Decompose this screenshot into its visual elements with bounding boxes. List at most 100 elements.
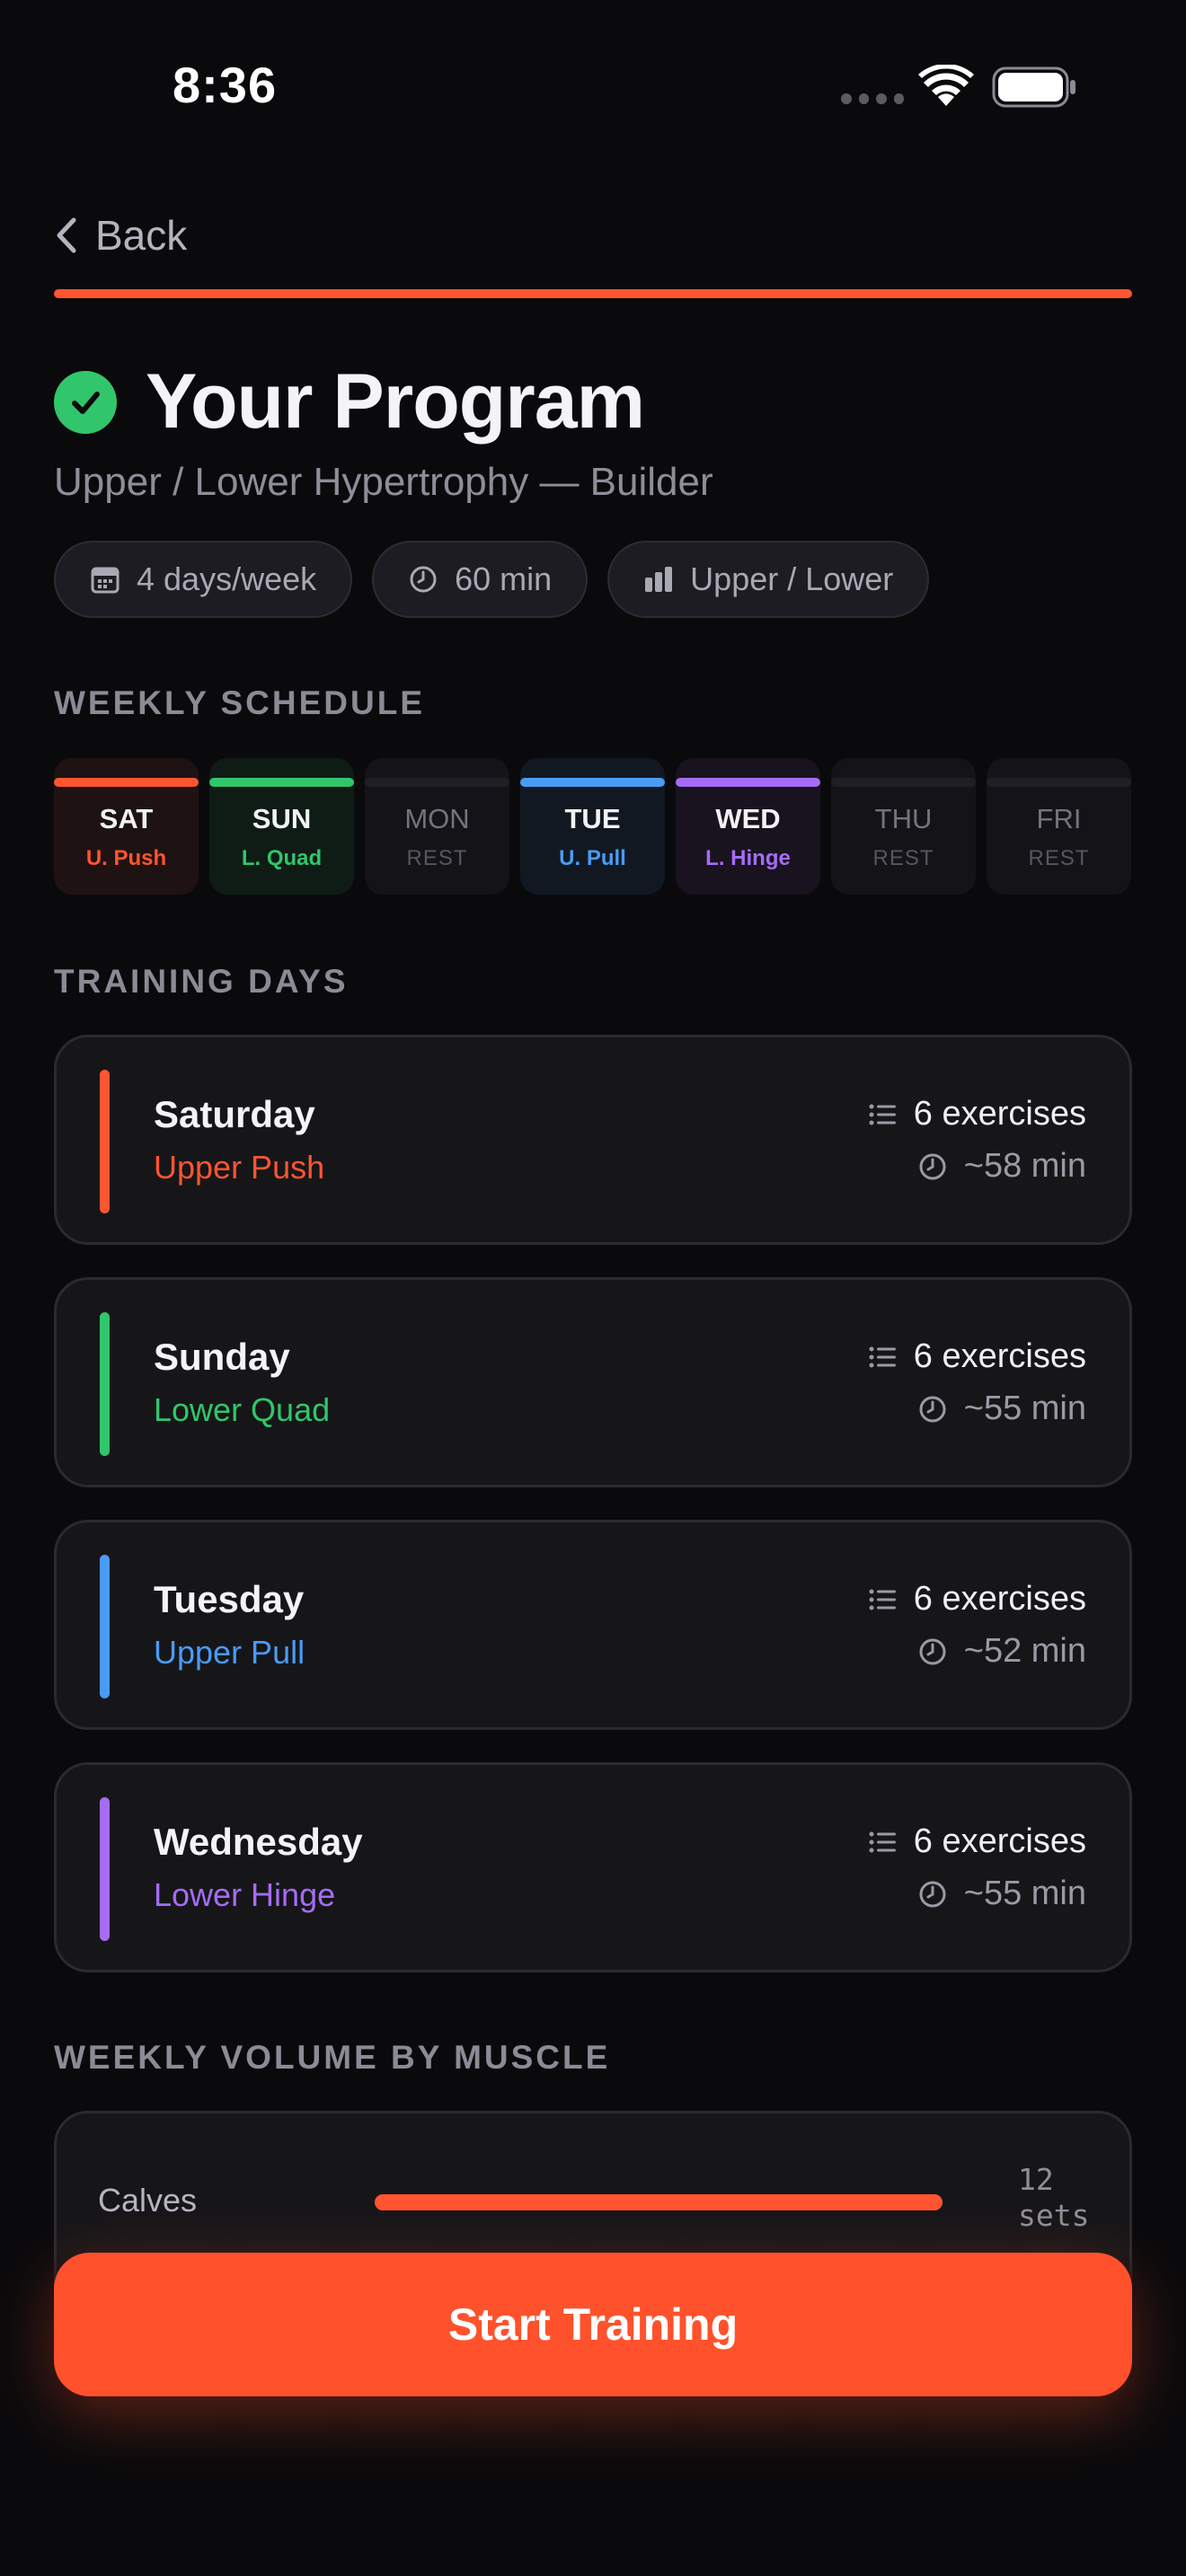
session-duration: ~58 min xyxy=(917,1147,1086,1186)
day-name: SUN xyxy=(252,803,312,834)
session-duration: ~55 min xyxy=(917,1389,1086,1428)
volume-value-unit: sets xyxy=(1018,2198,1090,2233)
list-icon xyxy=(869,1104,896,1125)
program-subtitle: Upper / Lower Hypertrophy — Builder xyxy=(54,460,713,504)
chip-label: 60 min xyxy=(455,560,553,597)
status-bar: 8:36 xyxy=(0,0,1186,180)
schedule-day-thu[interactable]: THU REST xyxy=(831,758,976,895)
exercise-count-label: 6 exercises xyxy=(913,1337,1086,1375)
day-color-bar xyxy=(54,778,199,787)
training-day-focus: Lower Quad xyxy=(154,1391,331,1428)
day-color-stripe xyxy=(100,1312,110,1456)
back-button[interactable]: Back xyxy=(54,208,187,262)
session-duration-label: ~55 min xyxy=(963,1389,1086,1427)
training-day-card[interactable]: Saturday Upper Push 6 exercises ~58 min xyxy=(54,1035,1132,1245)
day-color-bar xyxy=(520,778,665,787)
weekly-schedule-heading: WEEKLY SCHEDULE xyxy=(54,684,426,721)
schedule-day-tue[interactable]: TUE U. Pull xyxy=(520,758,665,895)
exercise-count-label: 6 exercises xyxy=(913,1822,1086,1860)
training-day-card[interactable]: Tuesday Upper Pull 6 exercises ~52 min xyxy=(54,1520,1132,1730)
day-name: FRI xyxy=(1036,803,1082,834)
day-color-stripe xyxy=(100,1797,110,1941)
day-name: MON xyxy=(404,803,470,834)
day-name: THU xyxy=(874,803,933,834)
day-workout-tag: REST xyxy=(406,846,468,870)
training-day-card[interactable]: Wednesday Lower Hinge 6 exercises ~55 mi… xyxy=(54,1762,1132,1972)
day-color-bar xyxy=(831,778,976,787)
bar-chart-icon xyxy=(645,567,673,592)
start-training-button[interactable]: Start Training xyxy=(54,2253,1132,2396)
battery-icon xyxy=(992,66,1075,108)
training-day-card[interactable]: Sunday Lower Quad 6 exercises ~55 min xyxy=(54,1277,1132,1487)
session-duration-label: ~55 min xyxy=(963,1875,1086,1912)
calendar-icon xyxy=(91,567,119,594)
accent-divider xyxy=(54,289,1132,298)
volume-row: Calves 12 sets xyxy=(57,2162,1129,2243)
back-label: Back xyxy=(95,212,188,259)
wifi-icon xyxy=(918,65,974,106)
chip-session-length: 60 min xyxy=(372,541,589,618)
day-workout-tag: L. Quad xyxy=(241,846,323,870)
exercise-count: 6 exercises xyxy=(867,1580,1086,1619)
chip-split: Upper / Lower xyxy=(607,541,930,618)
list-icon xyxy=(869,1831,896,1852)
day-color-bar xyxy=(676,778,820,787)
day-name: TUE xyxy=(564,803,621,834)
schedule-day-sat[interactable]: SAT U. Push xyxy=(54,758,199,895)
day-name: SAT xyxy=(99,803,154,834)
chevron-left-icon xyxy=(57,217,76,253)
day-color-bar xyxy=(209,778,354,787)
chip-label: Upper / Lower xyxy=(690,560,894,597)
volume-bar-fill xyxy=(375,2194,943,2210)
volume-value: 12 sets xyxy=(1018,2162,1108,2234)
exercise-count-label: 6 exercises xyxy=(913,1580,1086,1618)
training-day-name: Tuesday xyxy=(154,1578,305,1620)
day-workout-tag: U. Push xyxy=(85,846,167,870)
title-row: Your Program xyxy=(54,357,645,446)
exercise-count-label: 6 exercises xyxy=(913,1095,1086,1133)
day-workout-tag: U. Pull xyxy=(559,846,626,870)
clock-icon xyxy=(410,566,437,593)
schedule-day-fri[interactable]: FRI REST xyxy=(987,758,1131,895)
clock-icon xyxy=(919,1881,946,1907)
list-icon xyxy=(869,1589,896,1610)
weekly-schedule: SAT U. Push SUN L. Quad MON REST TUE U. Pull… xyxy=(54,758,1132,895)
check-circle-icon xyxy=(54,370,117,434)
cellular-signal-icon xyxy=(841,93,904,108)
list-icon xyxy=(869,1346,896,1367)
volume-value-number: 12 xyxy=(1018,2162,1054,2197)
chip-days-per-week: 4 days/week xyxy=(54,541,353,618)
volume-bar-track xyxy=(375,2194,943,2210)
schedule-day-wed[interactable]: WED L. Hinge xyxy=(676,758,820,895)
status-time: 8:36 xyxy=(173,57,278,113)
training-day-name: Wednesday xyxy=(154,1821,363,1863)
training-day-focus: Upper Push xyxy=(154,1149,325,1186)
weekly-volume-heading: WEEKLY VOLUME BY MUSCLE xyxy=(54,2039,611,2076)
day-workout-tag: REST xyxy=(872,846,934,870)
session-duration-label: ~52 min xyxy=(963,1632,1086,1670)
program-chips: 4 days/week 60 min Upper / Lower xyxy=(54,541,930,618)
day-workout-tag: REST xyxy=(1028,846,1090,870)
exercise-count: 6 exercises xyxy=(867,1337,1086,1376)
day-name: WED xyxy=(715,803,781,834)
page-title: Your Program xyxy=(146,358,645,445)
clock-icon xyxy=(919,1396,946,1422)
day-color-stripe xyxy=(100,1555,110,1698)
schedule-day-sun[interactable]: SUN L. Quad xyxy=(209,758,354,895)
exercise-count: 6 exercises xyxy=(867,1822,1086,1861)
muscle-name: Calves xyxy=(98,2182,198,2219)
session-duration: ~55 min xyxy=(917,1875,1086,1913)
day-color-bar xyxy=(365,778,509,787)
session-duration: ~52 min xyxy=(917,1632,1086,1671)
clock-icon xyxy=(919,1638,946,1664)
day-color-bar xyxy=(987,778,1131,787)
clock-icon xyxy=(919,1153,946,1179)
training-day-focus: Upper Pull xyxy=(154,1634,305,1671)
exercise-count: 6 exercises xyxy=(867,1095,1086,1134)
training-day-name: Sunday xyxy=(154,1336,290,1378)
day-color-stripe xyxy=(100,1070,110,1213)
schedule-day-mon[interactable]: MON REST xyxy=(365,758,509,895)
session-duration-label: ~58 min xyxy=(963,1147,1086,1185)
day-workout-tag: L. Hinge xyxy=(705,846,791,870)
chip-label: 4 days/week xyxy=(137,560,317,597)
